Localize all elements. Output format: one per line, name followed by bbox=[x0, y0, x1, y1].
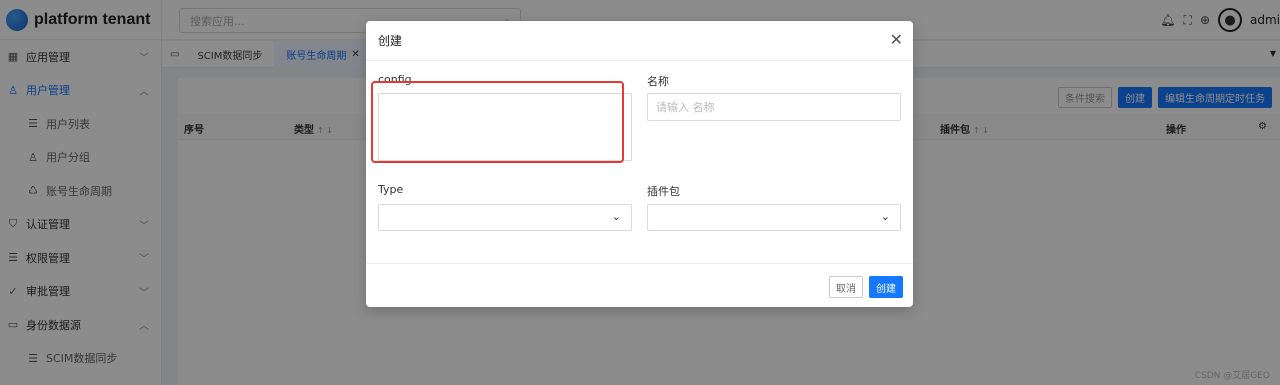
submit-create-button[interactable]: 创建 bbox=[869, 276, 903, 298]
chevron-down-icon: ⌄ bbox=[880, 210, 890, 223]
name-label: 名称 bbox=[647, 75, 669, 88]
plugin-select[interactable]: ⌄ bbox=[647, 204, 901, 231]
type-label: Type bbox=[378, 183, 404, 196]
highlight-box bbox=[371, 81, 624, 163]
close-icon[interactable]: ✕ bbox=[890, 32, 903, 48]
modal-header: 创建 bbox=[366, 21, 913, 61]
cancel-button[interactable]: 取消 bbox=[829, 276, 863, 298]
plugin-label: 插件包 bbox=[647, 185, 680, 198]
name-placeholder: 请输入 名称 bbox=[656, 101, 715, 114]
modal-footer: 取消 创建 bbox=[366, 263, 913, 307]
modal-title: 创建 bbox=[378, 34, 403, 48]
chevron-down-icon: ⌄ bbox=[611, 210, 621, 223]
type-select[interactable]: ⌄ bbox=[378, 204, 632, 231]
create-modal: 创建 ✕ config 名称 请输入 名称 Type ⌄ 插件包 ⌄ 取消 创建 bbox=[366, 21, 913, 307]
name-input[interactable]: 请输入 名称 bbox=[647, 93, 901, 121]
